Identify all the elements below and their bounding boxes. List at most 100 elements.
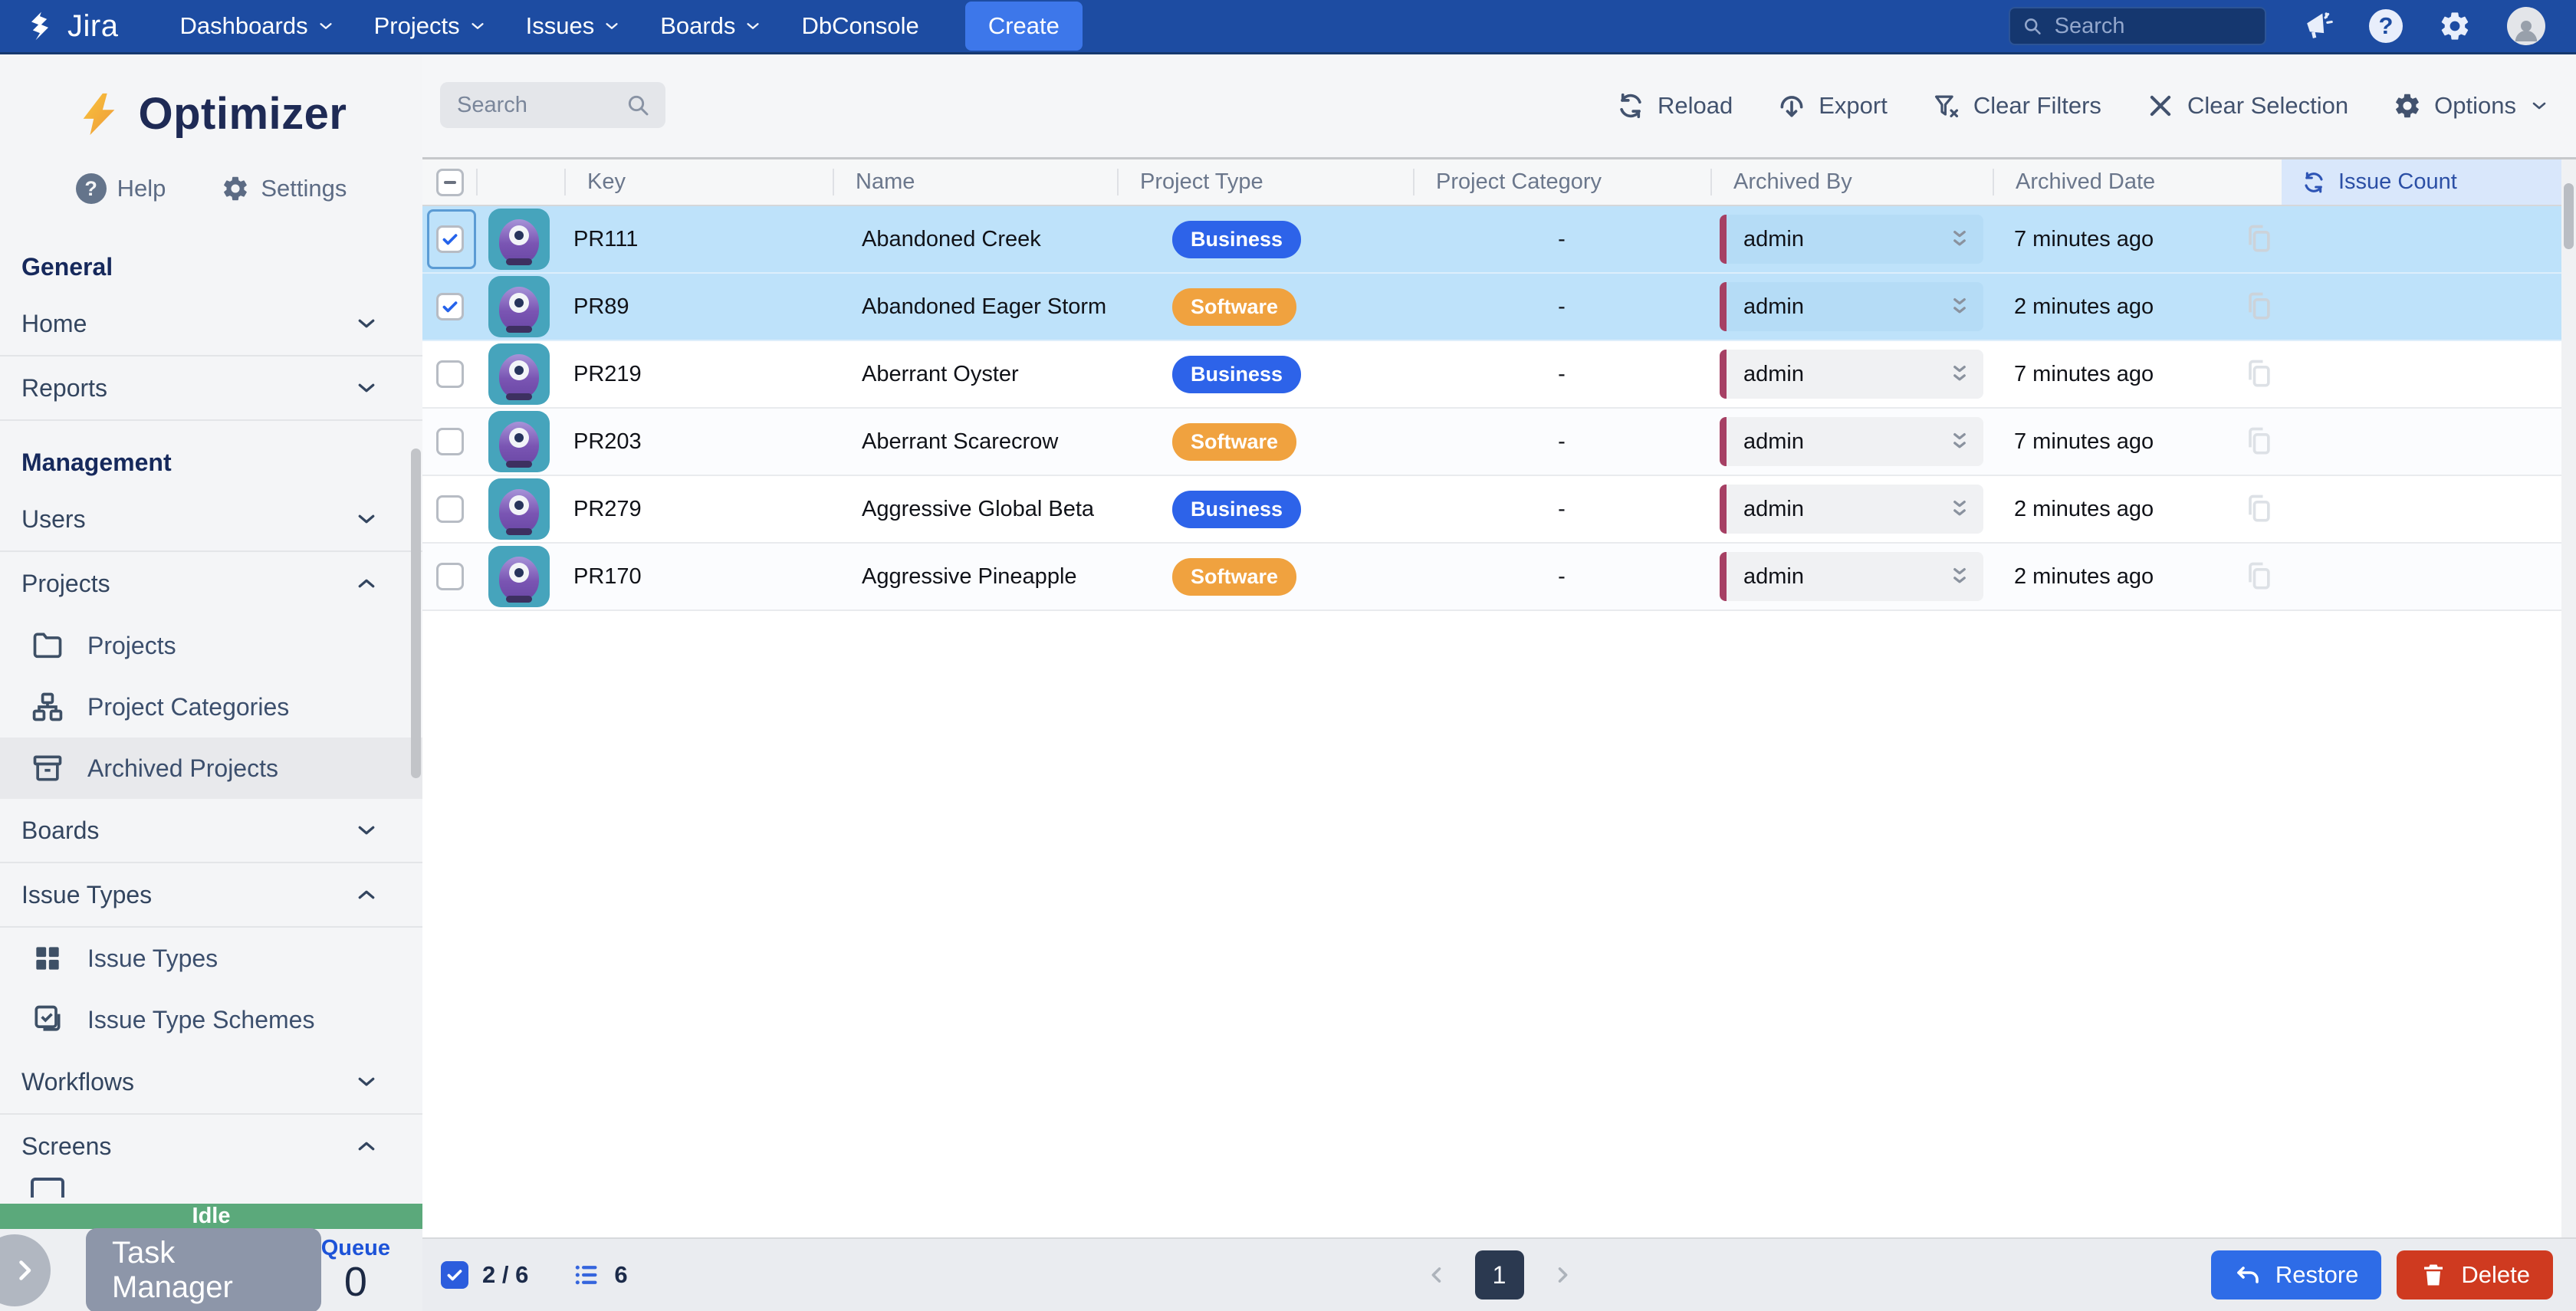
- clear-selection-button[interactable]: Clear Selection: [2146, 91, 2348, 120]
- prev-page-icon[interactable]: [1426, 1264, 1447, 1286]
- sidebar-help-button[interactable]: ? Help: [76, 173, 166, 204]
- nav-search-input[interactable]: [2053, 13, 2252, 40]
- refresh-icon[interactable]: [2302, 170, 2326, 195]
- options-button[interactable]: Options: [2393, 91, 2548, 120]
- nav-item-dashboards[interactable]: Dashboards: [179, 12, 334, 40]
- column-header-avatar: [476, 159, 564, 205]
- sidebar-subitem-archived-projects[interactable]: Archived Projects: [0, 738, 422, 799]
- archived-by-select[interactable]: admin: [1720, 417, 1983, 466]
- table-row[interactable]: PR203 Aberrant Scarecrow Software - admi…: [422, 409, 2576, 476]
- selected-count-label: 2 / 6: [482, 1261, 528, 1289]
- copy-icon[interactable]: [2242, 356, 2275, 393]
- sidebar-subitem-issue-types[interactable]: Issue Types: [0, 928, 422, 989]
- copy-icon[interactable]: [2242, 491, 2275, 527]
- user-avatar[interactable]: [2507, 7, 2545, 45]
- table-row[interactable]: PR111 Abandoned Creek Business - admin 7…: [422, 206, 2576, 274]
- sidebar-item-projects[interactable]: Projects: [0, 552, 422, 615]
- clear-filters-button[interactable]: Clear Filters: [1932, 91, 2101, 120]
- copy-icon[interactable]: [2242, 221, 2275, 258]
- sidebar-item-boards[interactable]: Boards: [0, 799, 422, 863]
- archived-by-select[interactable]: admin: [1720, 215, 1983, 264]
- row-checkbox[interactable]: [436, 428, 464, 455]
- copy-icon[interactable]: [2242, 423, 2275, 460]
- nav-item-projects[interactable]: Projects: [374, 12, 486, 40]
- column-header-archived-date: Archived Date: [1993, 159, 2282, 205]
- next-page-icon[interactable]: [1552, 1264, 1573, 1286]
- sidebar-subitem-project-categories[interactable]: Project Categories: [0, 676, 422, 738]
- column-header-issue-count[interactable]: Issue Count: [2282, 159, 2561, 205]
- jira-brand[interactable]: Jira: [23, 9, 118, 44]
- archived-by-select[interactable]: admin: [1720, 552, 1983, 601]
- project-key: PR111: [564, 206, 833, 272]
- sidebar-subitem-issue-type-schemes[interactable]: Issue Type Schemes: [0, 989, 422, 1050]
- table-row[interactable]: PR89 Abandoned Eager Storm Software - ad…: [422, 274, 2576, 341]
- copy-icon[interactable]: [2242, 558, 2275, 595]
- nav-item-issues[interactable]: Issues: [526, 12, 621, 40]
- project-type-badge: Business: [1172, 491, 1301, 528]
- sidebar-item-workflows[interactable]: Workflows: [0, 1050, 422, 1115]
- row-checkbox[interactable]: [436, 563, 464, 590]
- help-icon[interactable]: ?: [2369, 9, 2403, 43]
- sidebar-item-screens[interactable]: Screens: [0, 1115, 422, 1178]
- table-scrollbar-thumb[interactable]: [2564, 183, 2574, 249]
- restore-button[interactable]: Restore: [2211, 1250, 2382, 1300]
- archived-by-select[interactable]: admin: [1720, 485, 1983, 534]
- archived-by-select[interactable]: admin: [1720, 350, 1983, 399]
- table-scrollbar[interactable]: [2561, 159, 2576, 1237]
- folder-icon: [31, 629, 64, 662]
- sidebar-section-heading: General: [0, 225, 422, 292]
- export-button[interactable]: Export: [1777, 91, 1888, 120]
- row-checkbox[interactable]: [436, 293, 464, 320]
- check-square-icon: [31, 1003, 64, 1037]
- table-row[interactable]: PR219 Aberrant Oyster Business - admin 7…: [422, 341, 2576, 409]
- delete-button[interactable]: Delete: [2397, 1250, 2553, 1300]
- sidebar-item-users[interactable]: Users: [0, 488, 422, 552]
- row-checkbox[interactable]: [436, 360, 464, 388]
- table-row[interactable]: PR170 Aggressive Pineapple Software - ad…: [422, 544, 2576, 611]
- task-manager-button[interactable]: Task Manager: [86, 1228, 321, 1311]
- sidebar-scrollbar-thumb[interactable]: [411, 449, 421, 778]
- megaphone-icon[interactable]: [2300, 9, 2334, 43]
- select-all-checkbox[interactable]: [436, 169, 464, 196]
- jira-logo-icon: [23, 9, 57, 43]
- nav-item-label: Dashboards: [179, 12, 307, 40]
- sidebar-item-label: Reports: [21, 374, 107, 402]
- table-row[interactable]: PR279 Aggressive Global Beta Business - …: [422, 476, 2576, 544]
- sidebar-tools: ? Help Settings: [0, 173, 422, 204]
- gear-icon[interactable]: [2438, 9, 2472, 43]
- export-icon: [1777, 91, 1806, 120]
- sidebar-item-reports[interactable]: Reports: [0, 356, 422, 421]
- archived-by-select[interactable]: admin: [1720, 282, 1983, 331]
- table-search-input[interactable]: [455, 92, 626, 119]
- archived-date: 7 minutes ago: [1993, 206, 2282, 272]
- nav-search[interactable]: [2009, 7, 2266, 45]
- sidebar-subitem-label: Issue Types: [87, 945, 218, 973]
- gear-icon: [2393, 91, 2422, 120]
- sidebar-subitem-projects[interactable]: Projects: [0, 615, 422, 676]
- current-page[interactable]: 1: [1475, 1250, 1524, 1300]
- undo-icon: [2234, 1261, 2262, 1289]
- gear-icon: [221, 174, 250, 203]
- copy-icon[interactable]: [2242, 288, 2275, 325]
- archived-by-value: admin: [1743, 294, 1804, 320]
- issue-count-label: Issue Count: [2338, 169, 2457, 195]
- search-icon: [626, 93, 650, 117]
- help-label: Help: [117, 175, 166, 202]
- nav-item-dbconsole[interactable]: DbConsole: [801, 12, 918, 40]
- sidebar-item-issue-types[interactable]: Issue Types: [0, 863, 422, 928]
- app-title: Optimizer: [139, 88, 347, 140]
- reload-button[interactable]: Reload: [1616, 91, 1733, 120]
- sidebar-settings-button[interactable]: Settings: [221, 173, 347, 204]
- nav-item-boards[interactable]: Boards: [660, 12, 761, 40]
- expand-handle[interactable]: [0, 1234, 51, 1306]
- project-name: Aberrant Scarecrow: [833, 409, 1117, 475]
- row-checkbox[interactable]: [436, 495, 464, 523]
- sitemap-icon: [31, 690, 64, 724]
- archive-icon: [31, 751, 64, 785]
- button-label: Clear Selection: [2187, 92, 2348, 120]
- table-search[interactable]: [440, 82, 665, 128]
- project-name: Aggressive Global Beta: [833, 476, 1117, 542]
- sidebar-item-home[interactable]: Home: [0, 292, 422, 356]
- chevron-up-icon: [355, 1135, 378, 1158]
- create-button[interactable]: Create: [965, 2, 1083, 51]
